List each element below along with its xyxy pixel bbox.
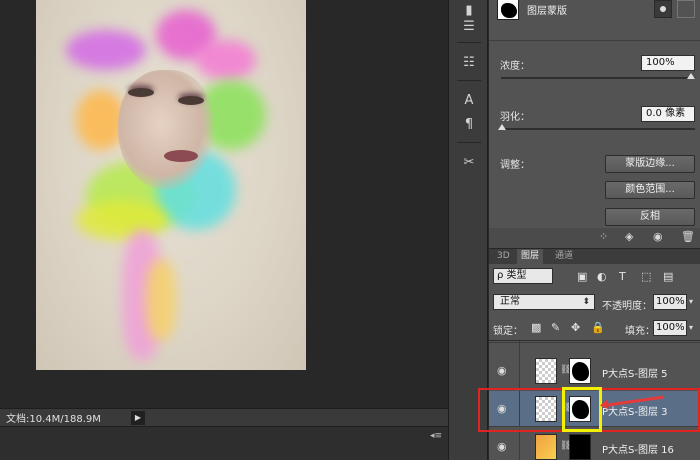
fill-dropdown-icon[interactable]: ▾ xyxy=(689,323,693,332)
tab-channels[interactable]: 通道 xyxy=(551,249,577,265)
lock-image-icon[interactable]: ✎ xyxy=(551,321,560,334)
adjust-label: 调整： xyxy=(500,160,530,171)
layer-row[interactable]: ◉ ⛓ P大点S-图层 16 xyxy=(489,429,700,460)
density-input[interactable]: 100% xyxy=(641,55,695,71)
mask-edge-button[interactable]: 蒙版边缘... xyxy=(605,155,695,173)
opacity-input[interactable]: 100% xyxy=(653,294,687,310)
feather-slider[interactable] xyxy=(501,128,695,130)
feather-input[interactable]: 0.0 像素 xyxy=(641,106,695,122)
density-slider[interactable] xyxy=(501,77,695,79)
layer-mask-thumbnail[interactable] xyxy=(569,434,591,460)
annotation-yellow-box xyxy=(562,387,602,432)
density-label: 浓度： xyxy=(500,61,530,72)
color-range-button[interactable]: 颜色范围... xyxy=(605,181,695,199)
layer-name[interactable]: P大点S-图层 16 xyxy=(602,441,674,456)
filter-pixel-icon[interactable]: ▣ xyxy=(577,270,587,283)
layer-row[interactable]: ◉ ⛓ P大点S-图层 5 xyxy=(489,353,700,389)
layer-row-partial[interactable] xyxy=(489,341,700,361)
filter-type-icon[interactable]: T xyxy=(619,270,626,283)
blend-mode-select[interactable]: 正常 ⬍ xyxy=(493,294,595,310)
paragraph-align-icon[interactable]: ☷ xyxy=(459,52,479,72)
filter-adjustment-icon[interactable]: ◐ xyxy=(597,270,607,283)
status-bar: 文档:10.4M/188.9M ▶ xyxy=(0,408,448,426)
layer-mask-thumbnail[interactable] xyxy=(569,358,591,384)
status-menu-arrow-icon[interactable]: ▶ xyxy=(130,410,145,425)
feather-label: 羽化： xyxy=(500,112,530,123)
tab-3d[interactable]: 3D xyxy=(493,249,514,265)
lock-transparency-icon[interactable]: ▩ xyxy=(531,321,541,334)
layer-name[interactable]: P大点S-图层 5 xyxy=(602,365,668,380)
tool-presets-icon[interactable]: ✂ xyxy=(459,152,479,172)
document-canvas-area[interactable] xyxy=(0,0,448,408)
layers-tabs: 3D 图层 通道 xyxy=(489,248,700,265)
face-shape xyxy=(118,70,214,190)
feather-slider-thumb[interactable] xyxy=(498,124,506,130)
blend-row: 正常 ⬍ 不透明度： 100% ▾ xyxy=(489,292,700,312)
invert-button[interactable]: 反相 xyxy=(605,208,695,226)
paragraph-icon[interactable]: ¶ xyxy=(459,114,479,134)
lock-position-icon[interactable]: ✥ xyxy=(571,321,580,334)
properties-title: 图层蒙版 xyxy=(527,5,567,17)
lips-shape xyxy=(164,150,198,162)
delete-mask-icon[interactable]: 🗑 xyxy=(681,230,695,243)
filter-smart-object-icon[interactable]: ▤ xyxy=(663,270,673,283)
artwork-image xyxy=(36,0,306,370)
document-size-text: 文档:10.4M/188.9M xyxy=(6,414,101,425)
fill-label: 填充： xyxy=(625,326,655,337)
properties-panel: 图层蒙版 浓度： 100% 羽化： 0.0 像素 调整： 蒙版边缘... 颜色范… xyxy=(489,0,700,248)
character-icon[interactable]: A xyxy=(459,90,479,110)
apply-mask-icon[interactable]: ◈ xyxy=(625,230,633,243)
panel-menu-icon[interactable]: ◂≡ xyxy=(430,431,442,441)
eye-icon[interactable]: ◉ xyxy=(497,440,511,454)
tab-layers[interactable]: 图层 xyxy=(517,249,544,265)
opacity-label: 不透明度： xyxy=(602,301,652,312)
eye-icon[interactable]: ◉ xyxy=(497,364,511,378)
layer-thumbnail[interactable] xyxy=(535,434,557,460)
adjustments-icon[interactable]: ☰ xyxy=(459,16,479,36)
blend-mode-value: 正常 xyxy=(500,296,520,307)
properties-footer: ⁘ ◈ ◉ 🗑 xyxy=(489,228,700,248)
density-slider-thumb[interactable] xyxy=(687,73,695,79)
visibility-icon[interactable]: ◉ xyxy=(653,230,663,243)
select-pixel-mask-icon[interactable] xyxy=(654,0,672,18)
load-selection-icon[interactable]: ⁘ xyxy=(599,230,608,243)
fill-input[interactable]: 100% xyxy=(653,320,687,336)
timeline-strip: ◂≡ xyxy=(0,426,448,460)
lock-row: 锁定： ▩ ✎ ✥ 🔒 填充： 100% ▾ xyxy=(489,318,700,338)
add-vector-mask-icon[interactable] xyxy=(677,0,695,18)
filter-kind-select[interactable]: ρ 类型 xyxy=(493,268,553,284)
lock-label: 锁定： xyxy=(493,326,523,337)
chevron-down-icon: ⬍ xyxy=(582,297,590,307)
layer-thumbnail[interactable] xyxy=(535,358,557,384)
lock-all-icon[interactable]: 🔒 xyxy=(591,321,605,334)
filter-shape-icon[interactable]: ⬚ xyxy=(641,270,651,283)
opacity-dropdown-icon[interactable]: ▾ xyxy=(689,297,693,306)
layer-mask-icon xyxy=(497,0,519,20)
layer-filter-row: ρ 类型 ▣ ◐ T ⬚ ▤ xyxy=(489,264,700,288)
